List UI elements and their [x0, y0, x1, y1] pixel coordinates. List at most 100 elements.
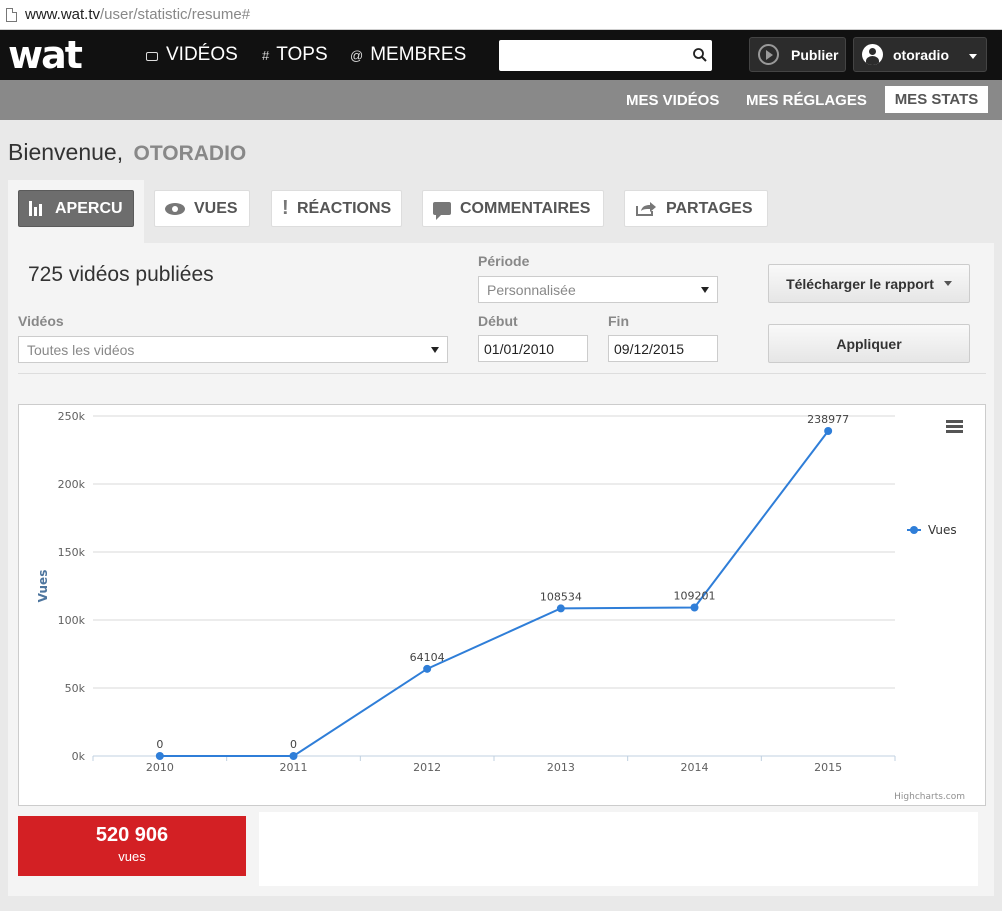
- tab-partages-label: PARTAGES: [666, 199, 753, 217]
- tab-partages[interactable]: PARTAGES: [624, 190, 768, 227]
- nav-membres[interactable]: @ MEMBRES: [350, 44, 466, 66]
- series-line-vues: [159, 430, 829, 757]
- data-label: 64104: [410, 651, 445, 664]
- total-views-card: 520 906 vues: [18, 816, 246, 876]
- y-tick-label: 150k: [58, 546, 86, 559]
- published-count: 725 vidéos publiées: [28, 263, 214, 286]
- period-label: Période: [478, 253, 530, 269]
- chart-menu-icon[interactable]: [946, 420, 963, 433]
- comment-icon: [433, 202, 451, 220]
- publish-label: Publier: [791, 46, 839, 63]
- eye-icon: [165, 202, 185, 215]
- videos-select[interactable]: Toutes les vidéos: [18, 336, 448, 363]
- welcome-heading: Bienvenue, OTORADIO: [8, 139, 246, 166]
- tab-reactions-label: RÉACTIONS: [297, 199, 392, 217]
- at-icon: @: [350, 47, 364, 63]
- total-views-value: 520 906: [95, 824, 169, 846]
- period-select[interactable]: Personnalisée: [478, 276, 718, 303]
- chevron-down-icon: [701, 287, 709, 293]
- search-icon[interactable]: [692, 47, 708, 63]
- page-icon: [6, 7, 17, 22]
- legend-marker: [910, 526, 918, 534]
- data-point: [556, 604, 565, 613]
- data-point: [423, 664, 432, 673]
- data-label: 238977: [807, 413, 849, 426]
- apply-button[interactable]: Appliquer: [768, 324, 970, 363]
- x-tick-label: 2010: [146, 761, 174, 774]
- data-point: [155, 752, 164, 760]
- stats-tabs: APERCU VUES ! RÉACTIONS COMMENTAIRES PAR…: [8, 180, 994, 243]
- divider: [18, 373, 986, 374]
- tab-reactions[interactable]: ! RÉACTIONS: [271, 190, 402, 227]
- tv-icon: [146, 51, 158, 61]
- username-label: otoradio: [893, 46, 949, 63]
- videos-label: Vidéos: [18, 313, 64, 329]
- views-chart: 0k 50k 100k 150k 200k 250k 2010 2011 2012 2013 201…: [18, 404, 986, 806]
- data-label: 108534: [540, 590, 582, 603]
- nav-tops-label: TOPS: [276, 44, 328, 65]
- start-date-input[interactable]: [478, 335, 588, 362]
- x-tick-label: 2013: [547, 761, 575, 774]
- data-label: 0: [290, 738, 297, 751]
- publish-button[interactable]: Publier: [749, 37, 846, 72]
- nav-tops[interactable]: # TOPS: [262, 44, 328, 66]
- x-tick-label: 2011: [280, 761, 308, 774]
- download-report-label: Télécharger le rapport: [786, 275, 934, 292]
- start-date-label: Début: [478, 313, 518, 329]
- nav-membres-label: MEMBRES: [370, 44, 467, 65]
- data-label: 109201: [674, 589, 716, 602]
- legend-label: Vues: [928, 523, 957, 537]
- user-icon: [862, 44, 883, 65]
- y-tick-label: 0k: [72, 750, 86, 763]
- tab-vues[interactable]: VUES: [154, 190, 250, 227]
- end-date-input[interactable]: [608, 335, 718, 362]
- y-tick-label: 250k: [58, 410, 86, 423]
- end-date-label: Fin: [608, 313, 629, 329]
- nav-videos[interactable]: VIDÉOS: [146, 44, 238, 66]
- wat-logo[interactable]: wat: [8, 36, 83, 74]
- tab-apercu-label: APERCU: [55, 199, 123, 217]
- nav-videos-label: VIDÉOS: [166, 44, 238, 65]
- play-icon: [758, 44, 779, 65]
- sub-navbar: MES VIDÉOS MES RÉGLAGES MES STATS: [0, 80, 1002, 120]
- total-views-label: vues: [118, 849, 146, 864]
- bar-chart-icon: [29, 201, 46, 216]
- search-input[interactable]: [499, 40, 712, 71]
- chevron-down-icon: [431, 347, 439, 353]
- views-line-chart: 0k 50k 100k 150k 200k 250k 2010 2011 2012 2013 201…: [36, 410, 965, 802]
- tab-commentaires[interactable]: COMMENTAIRES: [422, 190, 604, 227]
- chart-credit: Highcharts.com: [894, 792, 965, 802]
- apply-label: Appliquer: [836, 335, 902, 352]
- user-menu-button[interactable]: otoradio: [853, 37, 987, 72]
- videos-select-value: Toutes les vidéos: [27, 341, 135, 358]
- welcome-greeting: Bienvenue,: [8, 139, 124, 165]
- period-select-value: Personnalisée: [487, 281, 576, 298]
- y-axis-title: Vues: [36, 570, 50, 603]
- subnav-mes-videos[interactable]: MES VIDÉOS: [626, 92, 719, 109]
- subnav-mes-reglages[interactable]: MES RÉGLAGES: [746, 92, 867, 109]
- x-tick-label: 2015: [814, 761, 842, 774]
- x-tick-label: 2014: [681, 761, 709, 774]
- data-label: 0: [156, 738, 163, 751]
- x-tick-label: 2012: [413, 761, 441, 774]
- y-tick-label: 50k: [65, 682, 86, 695]
- url-host: www.wat.tv: [25, 6, 101, 23]
- subnav-mes-stats[interactable]: MES STATS: [885, 86, 988, 113]
- empty-panel: [259, 812, 978, 886]
- share-icon: [636, 202, 656, 216]
- top-navbar: wat VIDÉOS # TOPS @ MEMBRES Publier otor…: [0, 30, 1002, 80]
- y-tick-label: 200k: [58, 478, 86, 491]
- chevron-down-icon: [969, 54, 977, 59]
- data-point: [690, 603, 699, 612]
- address-bar[interactable]: www.wat.tv/user/statistic/resume#: [0, 0, 1002, 30]
- url-path: /user/statistic/resume#: [100, 6, 251, 23]
- hash-icon: #: [262, 47, 270, 63]
- tab-vues-label: VUES: [194, 199, 238, 217]
- overview-panel: 725 vidéos publiées Vidéos Toutes les vi…: [8, 243, 994, 896]
- download-report-button[interactable]: Télécharger le rapport: [768, 264, 970, 303]
- tab-apercu[interactable]: APERCU: [18, 190, 134, 227]
- welcome-username: OTORADIO: [133, 142, 247, 165]
- exclamation-icon: !: [282, 197, 289, 219]
- chevron-down-icon: [943, 281, 952, 286]
- data-point: [824, 426, 833, 435]
